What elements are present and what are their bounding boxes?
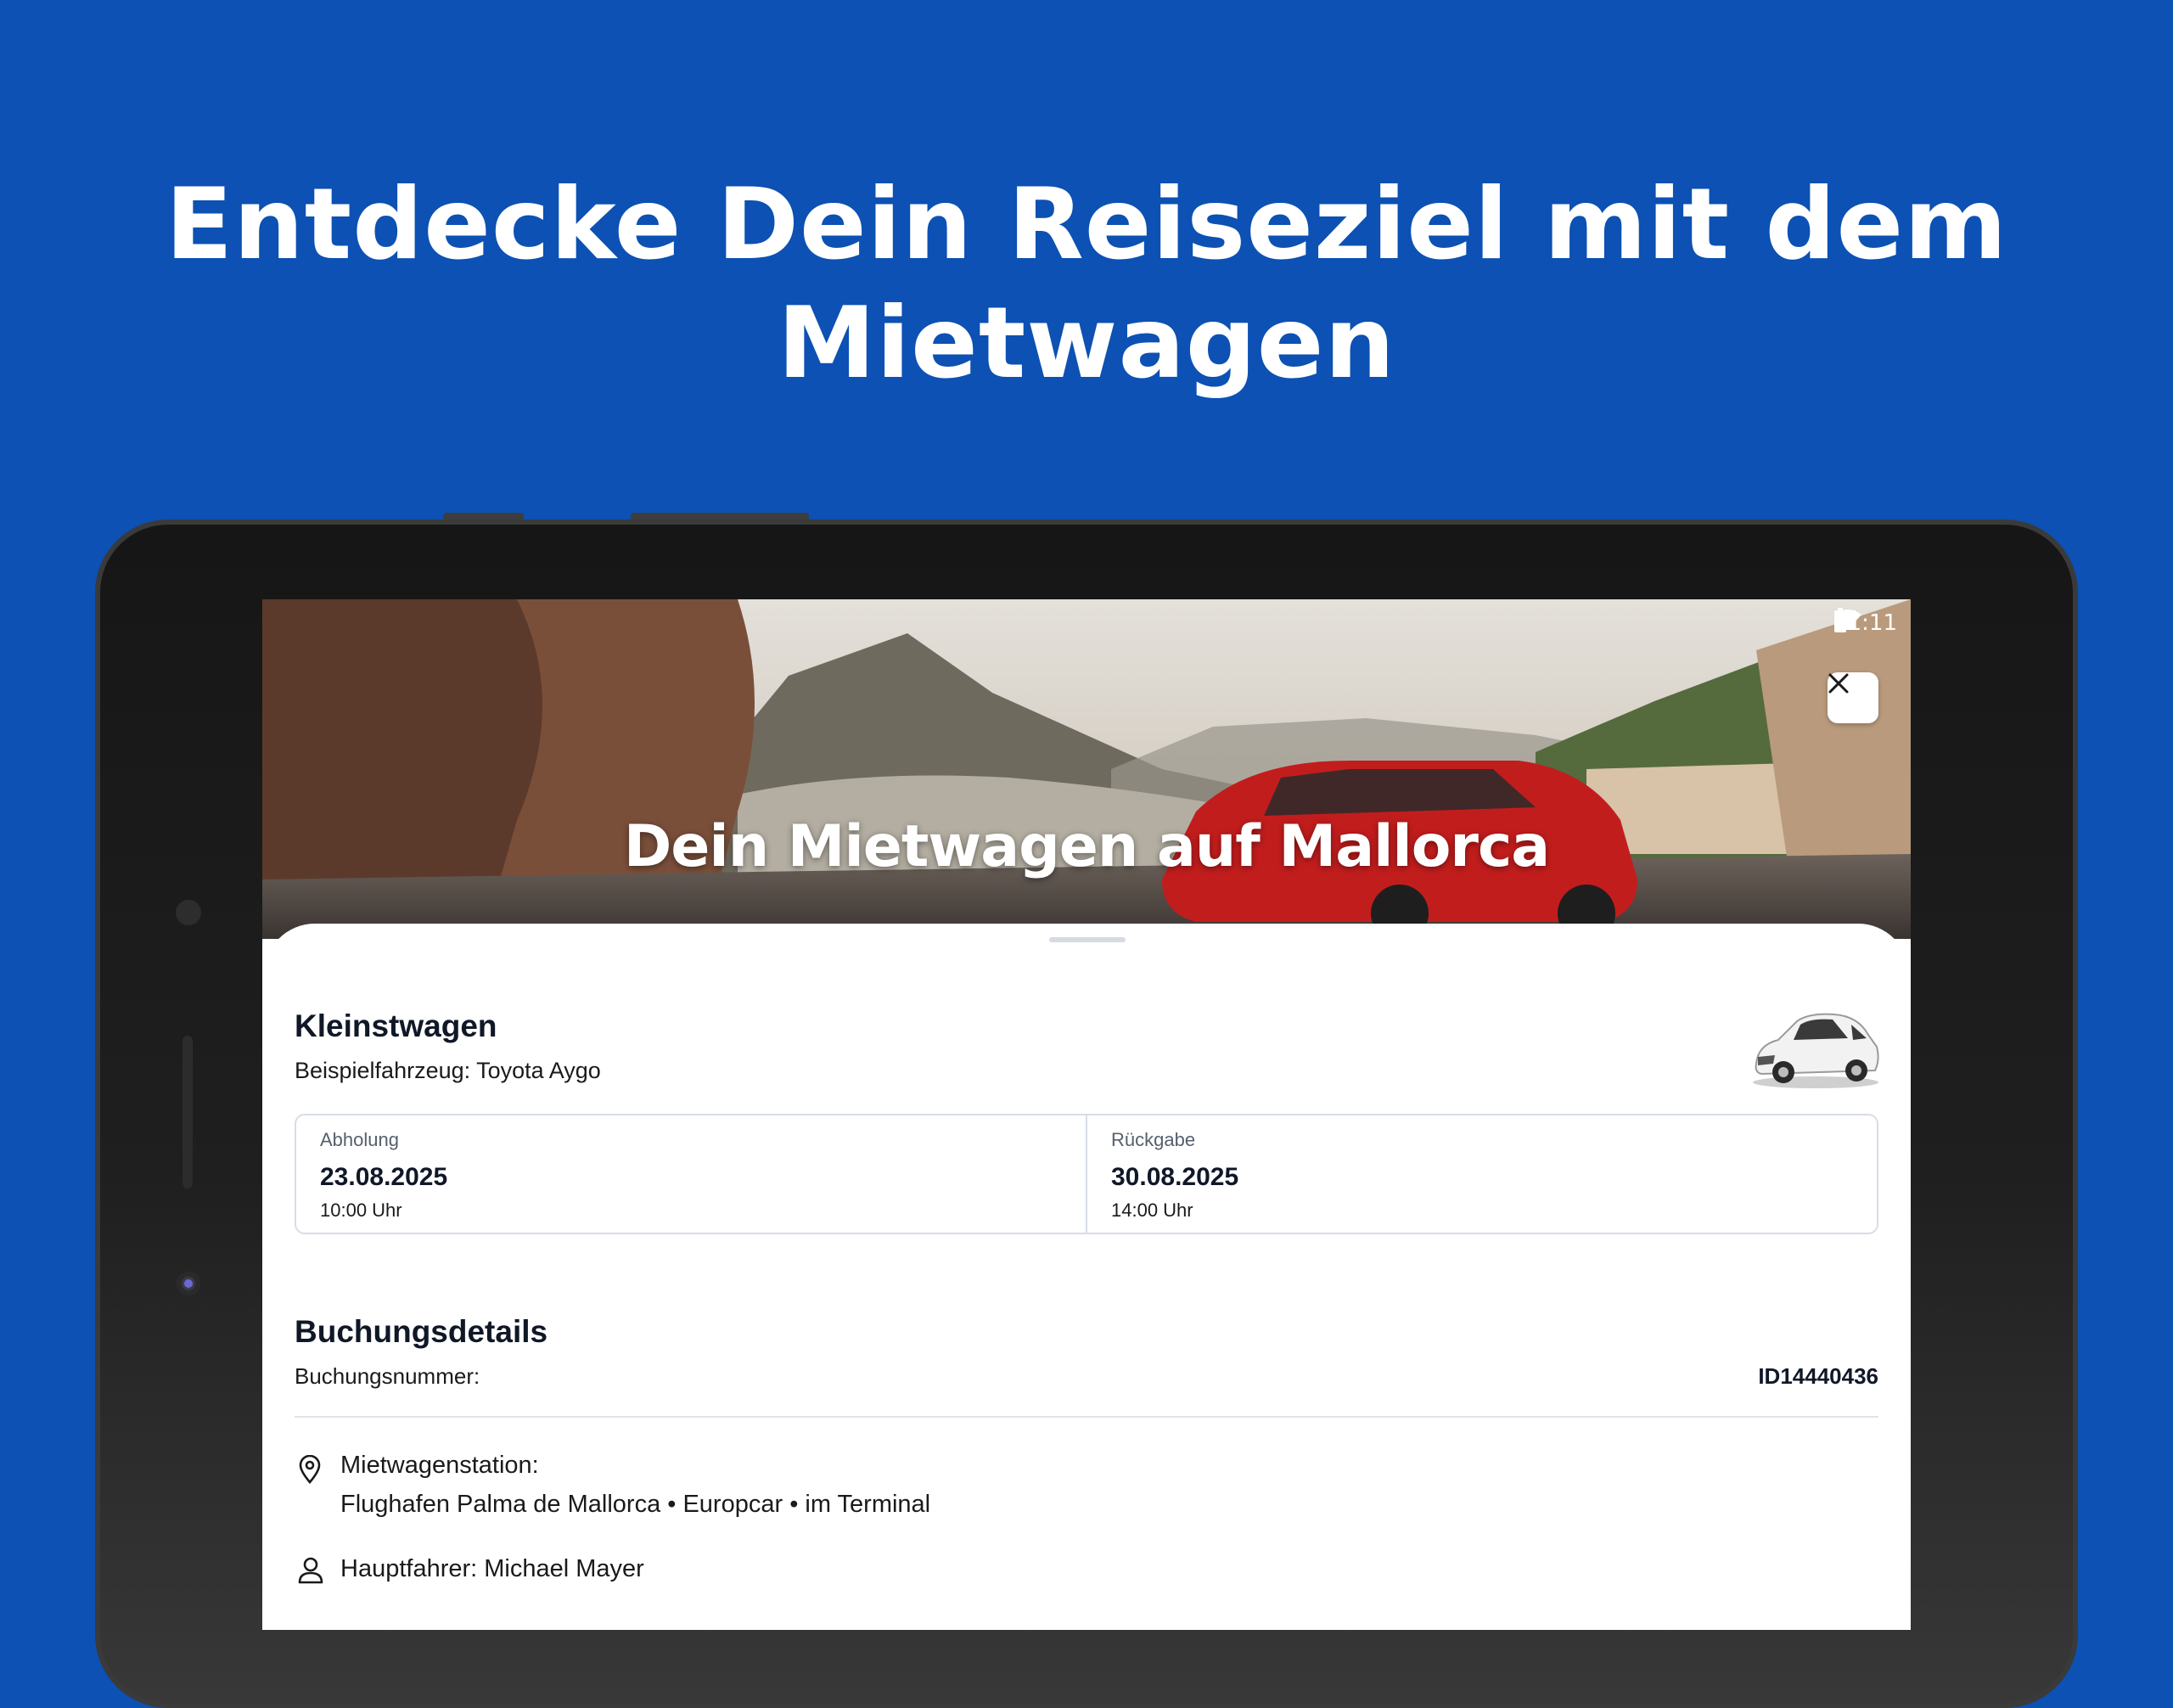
hero-image: 11:11 Dein Mietwagen auf Mallorca bbox=[262, 599, 1911, 939]
close-button[interactable] bbox=[1828, 672, 1878, 723]
booking-details-heading: Buchungsdetails bbox=[295, 1314, 548, 1349]
promo-headline-line1: Entdecke Dein Reiseziel mit dem bbox=[165, 167, 2008, 282]
pickup-label: Abholung bbox=[320, 1129, 399, 1150]
return-date: 30.08.2025 bbox=[1111, 1163, 1239, 1191]
car-class-title: Kleinstwagen bbox=[295, 1009, 497, 1043]
promo-headline: Entdecke Dein Reiseziel mit dem Mietwage… bbox=[0, 166, 2173, 403]
return-label: Rückgabe bbox=[1111, 1129, 1196, 1150]
sheet-drag-handle[interactable] bbox=[1049, 937, 1126, 942]
return-time: 14:00 Uhr bbox=[1111, 1200, 1193, 1221]
pickup-section[interactable]: Abholung 23.08.2025 10:00 Uhr bbox=[296, 1115, 1086, 1233]
car-thumbnail-image bbox=[1753, 1013, 1879, 1088]
hero-title: Dein Mietwagen auf Mallorca bbox=[623, 813, 1550, 880]
pickup-time: 10:00 Uhr bbox=[320, 1200, 402, 1221]
rental-station-label: Mietwagenstation: bbox=[340, 1452, 539, 1479]
tablet-sensor bbox=[177, 1272, 200, 1295]
tablet-camera bbox=[176, 900, 201, 925]
booking-number-value: ID14440436 bbox=[1758, 1363, 1878, 1389]
tablet-speaker bbox=[182, 1036, 193, 1188]
rental-period-box: Abholung 23.08.2025 10:00 Uhr Rückgabe 3… bbox=[295, 1114, 1878, 1234]
location-pin-icon bbox=[299, 1455, 321, 1484]
pickup-date: 23.08.2025 bbox=[320, 1163, 448, 1191]
hero-landscape-illustration bbox=[262, 599, 1911, 939]
promo-headline-line2: Mietwagen bbox=[777, 286, 1396, 401]
status-bar: 11:11 bbox=[1833, 608, 1897, 638]
battery-icon bbox=[1834, 608, 1847, 632]
car-example-text: Beispielfahrzeug: Toyota Aygo bbox=[295, 1058, 601, 1083]
app-screen: 11:11 Dein Mietwagen auf Mallorca Kleins… bbox=[262, 599, 1911, 1630]
rental-station-value: Flughafen Palma de Mallorca • Europcar •… bbox=[340, 1491, 931, 1518]
booking-number-label: Buchungsnummer: bbox=[295, 1363, 480, 1389]
close-icon bbox=[1828, 673, 1849, 694]
booking-sheet: Kleinstwagen Beispielfahrzeug: Toyota Ay… bbox=[264, 924, 1909, 1630]
divider bbox=[295, 1416, 1878, 1418]
main-driver-text: Hauptfahrer: Michael Mayer bbox=[340, 1555, 644, 1582]
return-section[interactable]: Rückgabe 30.08.2025 14:00 Uhr bbox=[1086, 1115, 1877, 1233]
person-icon bbox=[298, 1557, 323, 1584]
